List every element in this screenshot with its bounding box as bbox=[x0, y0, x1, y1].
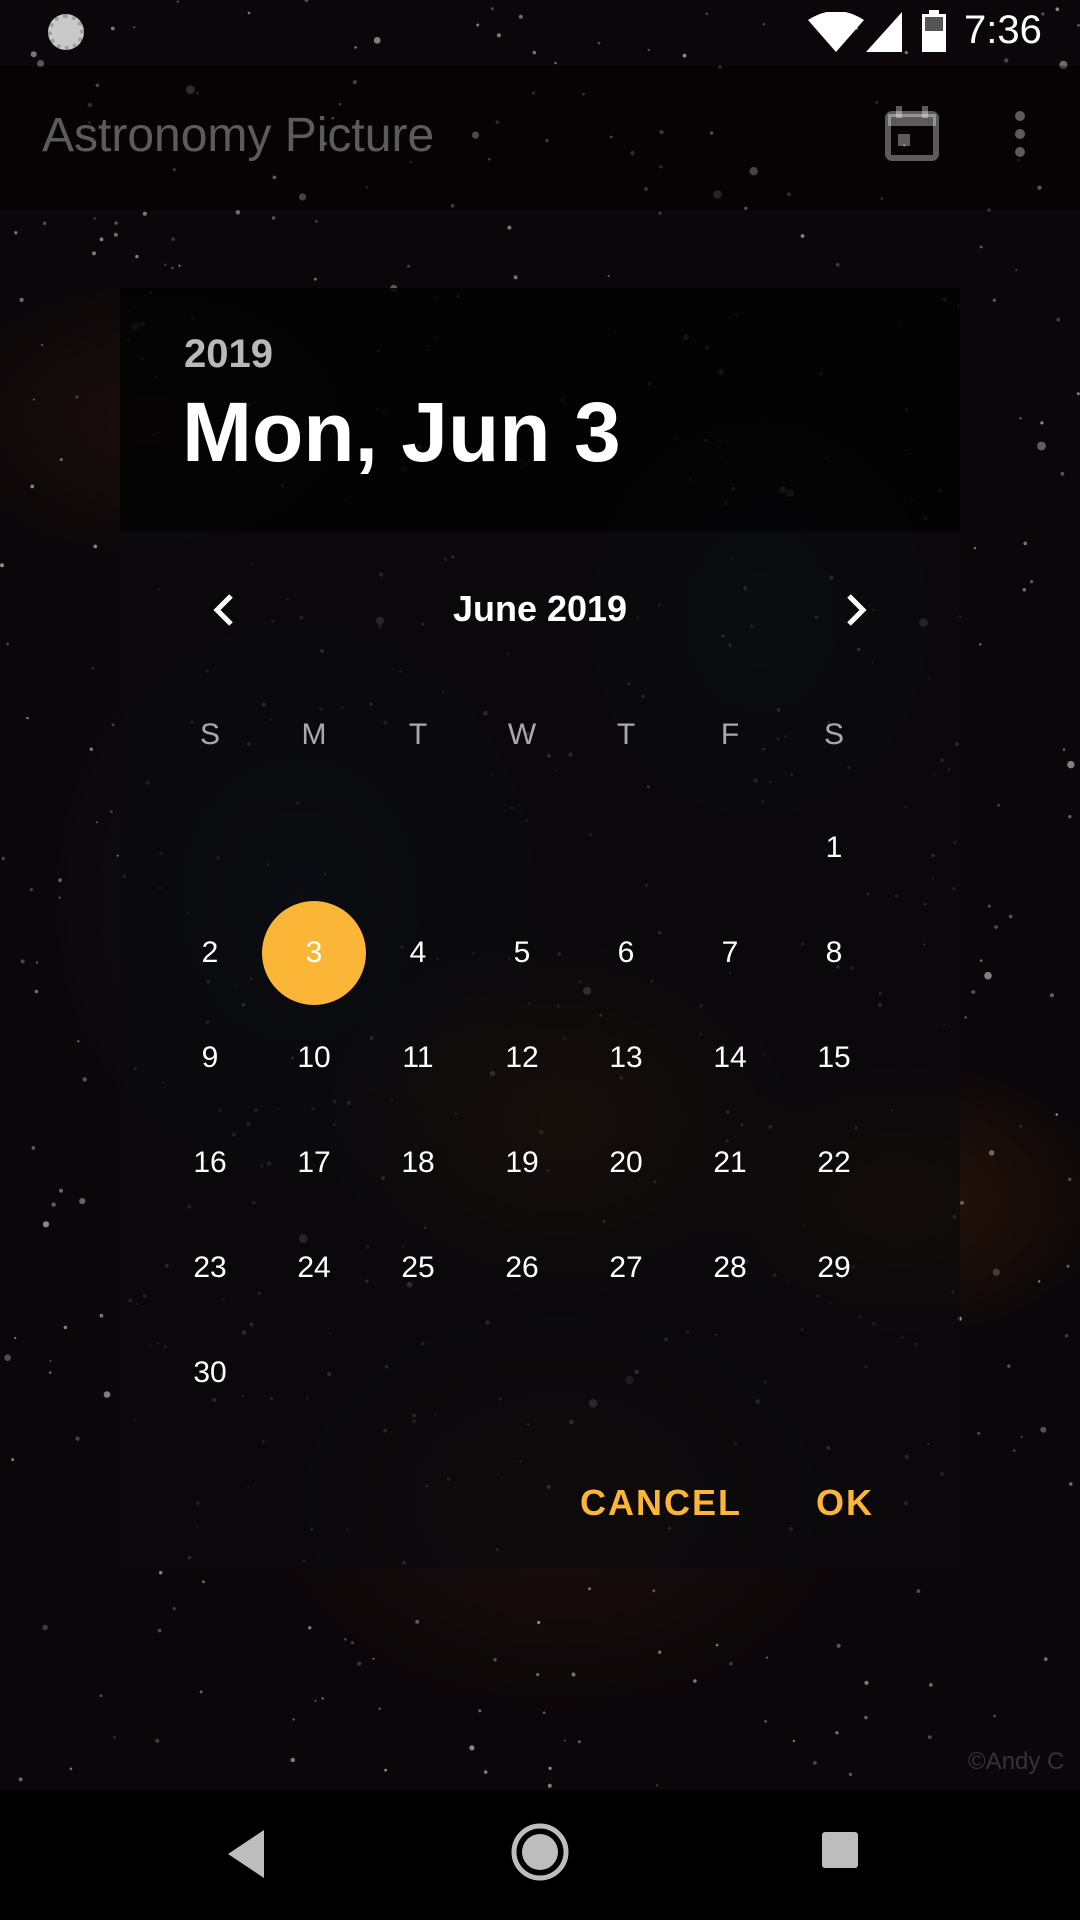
status-time: 7:36 bbox=[964, 8, 1042, 52]
day-number: 13 bbox=[609, 1041, 643, 1074]
loading-icon bbox=[48, 14, 84, 50]
day-number: 22 bbox=[817, 1146, 851, 1179]
day-cell[interactable]: 18 bbox=[366, 1111, 470, 1215]
day-number: 10 bbox=[297, 1041, 331, 1074]
weekday-label: T bbox=[616, 718, 636, 751]
day-cell[interactable]: 5 bbox=[470, 901, 574, 1005]
day-number: 7 bbox=[721, 936, 739, 969]
weekday-label: T bbox=[408, 718, 428, 751]
day-cell[interactable]: 15 bbox=[782, 1006, 886, 1110]
day-number: 4 bbox=[409, 936, 427, 969]
wifi-icon bbox=[808, 12, 864, 52]
recents-icon[interactable] bbox=[820, 1830, 860, 1870]
home-icon[interactable] bbox=[510, 1822, 570, 1882]
weekday-label: S bbox=[823, 718, 844, 751]
day-number: 18 bbox=[401, 1146, 435, 1179]
day-cell[interactable]: 20 bbox=[574, 1111, 678, 1215]
weekday-label: F bbox=[720, 718, 740, 751]
day-number: 19 bbox=[505, 1146, 539, 1179]
day-number: 15 bbox=[817, 1041, 851, 1074]
day-number: 6 bbox=[617, 936, 635, 969]
weekday-label: S bbox=[199, 718, 220, 751]
day-number: 2 bbox=[201, 936, 219, 969]
day-cell[interactable]: 21 bbox=[678, 1111, 782, 1215]
day-cell[interactable]: 29 bbox=[782, 1216, 886, 1320]
day-number: 29 bbox=[817, 1251, 851, 1284]
day-number: 8 bbox=[825, 936, 843, 969]
day-cell[interactable]: 17 bbox=[262, 1111, 366, 1215]
day-number: 12 bbox=[505, 1041, 539, 1074]
status-bar: 7:36 bbox=[0, 0, 1080, 66]
day-number: 23 bbox=[193, 1251, 227, 1284]
day-cell[interactable]: 27 bbox=[574, 1216, 678, 1320]
day-cell[interactable]: 19 bbox=[470, 1111, 574, 1215]
day-number: 25 bbox=[401, 1251, 435, 1284]
day-cell[interactable]: 10 bbox=[262, 1006, 366, 1110]
day-cell[interactable]: 24 bbox=[262, 1216, 366, 1320]
next-month-button[interactable] bbox=[823, 578, 887, 642]
image-credit: ©Andy C bbox=[968, 1748, 1065, 1775]
signal-icon bbox=[866, 12, 902, 52]
day-cell[interactable]: 13 bbox=[574, 1006, 678, 1110]
day-cell[interactable]: 14 bbox=[678, 1006, 782, 1110]
day-cell[interactable]: 30 bbox=[158, 1321, 262, 1425]
day-number: 24 bbox=[297, 1251, 331, 1284]
header-selected-date[interactable]: Mon, Jun 3 bbox=[182, 384, 621, 481]
day-number: 5 bbox=[513, 936, 531, 969]
day-cell[interactable]: 11 bbox=[366, 1006, 470, 1110]
day-number: 1 bbox=[825, 831, 843, 864]
chevron-right-icon bbox=[847, 594, 867, 626]
battery-icon bbox=[922, 10, 946, 52]
overflow-menu-icon[interactable] bbox=[1000, 104, 1040, 164]
day-cell[interactable]: 6 bbox=[574, 901, 678, 1005]
day-cell[interactable]: 8 bbox=[782, 901, 886, 1005]
app-title: Astronomy Picture bbox=[42, 109, 435, 162]
day-cell[interactable]: 4 bbox=[366, 901, 470, 1005]
day-cell[interactable]: 22 bbox=[782, 1111, 886, 1215]
day-cell[interactable]: 7 bbox=[678, 901, 782, 1005]
back-icon[interactable] bbox=[220, 1826, 276, 1882]
system-nav-bar bbox=[0, 1790, 1080, 1920]
day-cell[interactable]: 12 bbox=[470, 1006, 574, 1110]
day-number: 11 bbox=[402, 1041, 434, 1074]
day-cell[interactable]: 9 bbox=[158, 1006, 262, 1110]
day-number: 21 bbox=[713, 1146, 747, 1179]
day-number: 28 bbox=[713, 1251, 747, 1284]
day-cell-selected[interactable]: 3 bbox=[262, 901, 366, 1005]
day-number: 17 bbox=[297, 1146, 331, 1179]
dialog-actions: CANCEL OK bbox=[120, 1468, 960, 1538]
date-picker-dialog: 2019 Mon, Jun 3 June 2019 SMTWTFS 123456… bbox=[120, 288, 960, 1568]
day-number: 20 bbox=[609, 1146, 643, 1179]
date-picker-header: 2019 Mon, Jun 3 bbox=[120, 288, 960, 532]
day-cell[interactable]: 1 bbox=[782, 796, 886, 900]
day-cell[interactable]: 28 bbox=[678, 1216, 782, 1320]
day-cell[interactable]: 26 bbox=[470, 1216, 574, 1320]
day-number: 9 bbox=[201, 1041, 219, 1074]
day-number: 3 bbox=[305, 936, 323, 969]
day-number: 16 bbox=[193, 1146, 227, 1179]
day-cell[interactable]: 16 bbox=[158, 1111, 262, 1215]
day-number: 26 bbox=[505, 1251, 539, 1284]
cancel-button[interactable]: CANCEL bbox=[580, 1468, 742, 1538]
weekday-label: W bbox=[507, 718, 537, 751]
app-bar: Astronomy Picture bbox=[0, 66, 1080, 210]
day-number: 30 bbox=[193, 1356, 227, 1389]
day-cell[interactable]: 25 bbox=[366, 1216, 470, 1320]
day-number: 14 bbox=[713, 1041, 747, 1074]
day-number: 27 bbox=[609, 1251, 643, 1284]
weekday-label: M bbox=[301, 718, 327, 751]
month-navigation: June 2019 bbox=[120, 578, 960, 642]
day-cell[interactable]: 2 bbox=[158, 901, 262, 1005]
calendar-grid: 1 2 3 4 5 6 7 8 9 10 11 12 13 14 15 16 17 18 19 20 21 22 23 24 2… bbox=[120, 796, 960, 1426]
weekday-header: SMTWTFS bbox=[120, 718, 960, 778]
ok-button[interactable]: OK bbox=[816, 1468, 874, 1538]
day-cell[interactable]: 23 bbox=[158, 1216, 262, 1320]
header-year[interactable]: 2019 bbox=[184, 332, 273, 377]
calendar-icon[interactable] bbox=[882, 104, 942, 164]
